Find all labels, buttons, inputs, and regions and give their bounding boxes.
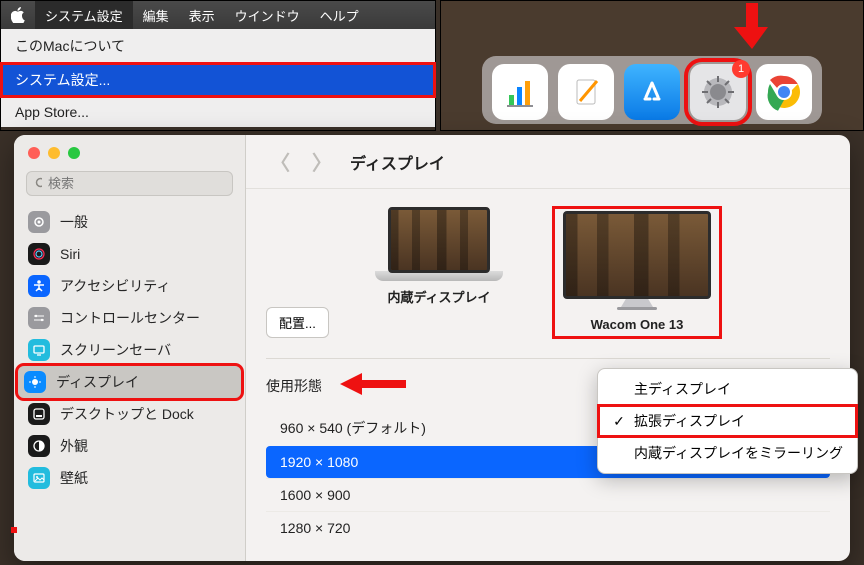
resolution-option[interactable]: 1280 × 720 [266,511,830,544]
sidebar-list: 一般 Siri アクセシビリティコントロールセンタースクリーンセーバディスプレイデス… [14,206,245,561]
sidebar-item-wallpaper[interactable]: 壁紙 [14,462,245,494]
dock-icon-numbers[interactable] [492,64,548,120]
sidebar-item-siri[interactable]: Siri [14,238,245,270]
sidebar-item-label: 外観 [60,436,88,456]
titlebar: 〈 〉 ディスプレイ [246,135,850,189]
sidebar-item-label: Siri [60,246,80,262]
dock-panel: 1 [440,0,864,131]
sidebar-item-ssaver[interactable]: スクリーンセーバ [14,334,245,366]
display-external[interactable]: Wacom One 13 [553,207,721,338]
apple-menu-dropdown: このMacについて システム設定... App Store... [1,29,435,127]
main-content: 〈 〉 ディスプレイ 配置... 内蔵ディスプレイ Wacom One 13 [246,135,850,561]
sidebar-item-label: ディスプレイ [56,372,139,392]
menu-item-app-store[interactable]: App Store... [1,97,435,127]
menubar-item-edit[interactable]: 編集 [133,1,179,29]
sidebar-item-label: デスクトップと Dock [60,404,194,424]
display-icon [24,371,46,393]
menubar-item-window[interactable]: ウインドウ [225,1,310,29]
display-internal-label: 内蔵ディスプレイ [387,287,490,306]
menubar: システム設定 編集 表示 ウインドウ ヘルプ [1,1,435,29]
popup-item-main-display[interactable]: 主ディスプレイ [598,373,857,405]
siri-icon [28,243,50,265]
dock-icon [28,403,50,425]
dock-icon-chrome[interactable] [756,64,812,120]
nav-back-icon[interactable]: 〈 [266,147,294,176]
display-internal-thumb [388,207,490,273]
wallpaper-icon [28,467,50,489]
resolution-option[interactable]: 1600 × 900 [266,478,830,511]
access-icon [28,275,50,297]
annotation-arrow-left-icon [340,373,406,398]
usage-label: 使用形態 [266,376,322,396]
dock-icon-pages[interactable] [558,64,614,120]
menu-item-system-settings[interactable]: システム設定... [1,63,435,97]
sidebar-item-gear[interactable]: 一般 [14,206,245,238]
dock: 1 [482,56,822,124]
search-input[interactable] [48,176,224,191]
dock-badge: 1 [732,60,750,78]
sidebar-item-appear[interactable]: 外観 [14,430,245,462]
apple-menu-icon[interactable] [1,1,35,29]
minimize-button[interactable] [48,147,60,159]
menubar-item-view[interactable]: 表示 [179,1,225,29]
page-title: ディスプレイ [350,150,445,174]
sidebar-item-label: 一般 [60,212,88,232]
menubar-panel: システム設定 編集 表示 ウインドウ ヘルプ このMacについて システム設定.… [0,0,436,131]
menubar-item-help[interactable]: ヘルプ [310,1,369,29]
popup-item-extended-display[interactable]: ✓拡張ディスプレイ [598,405,857,437]
popup-item-mirror[interactable]: 内蔵ディスプレイをミラーリング [598,437,857,469]
system-settings-window: 一般Siriアクセシビリティコントロールセンタースクリーンセーバディスプレイデス… [14,135,850,561]
menu-item-about-mac[interactable]: このMacについて [1,29,435,63]
dock-icon-system-settings[interactable]: 1 [690,64,746,120]
appear-icon [28,435,50,457]
dock-icon-app-store[interactable] [624,64,680,120]
window-controls [14,135,245,165]
sidebar-item-display[interactable]: ディスプレイ [18,366,241,398]
gear-icon [28,211,50,233]
annotation-arrow-down-icon [734,3,770,51]
usage-popup: 主ディスプレイ ✓拡張ディスプレイ 内蔵ディスプレイをミラーリング [597,368,858,474]
display-external-label: Wacom One 13 [591,317,684,332]
zoom-button[interactable] [68,147,80,159]
ssaver-icon [28,339,50,361]
close-button[interactable] [28,147,40,159]
display-arrangement-area: 配置... 内蔵ディスプレイ Wacom One 13 [246,189,850,344]
search-field[interactable] [26,171,233,196]
sidebar-item-label: スクリーンセーバ [60,340,171,360]
sidebar-item-access[interactable]: アクセシビリティ [14,270,245,302]
search-icon [35,177,42,190]
sidebar-item-label: アクセシビリティ [60,276,170,296]
control-icon [28,307,50,329]
arrange-button[interactable]: 配置... [266,307,329,338]
nav-forward-icon: 〉 [308,147,336,176]
display-external-thumb [563,211,711,299]
menubar-item-system-settings[interactable]: システム設定 [35,1,133,29]
sidebar-item-control[interactable]: コントロールセンター [14,302,245,334]
sidebar: 一般 Siri アクセシビリティコントロールセンタースクリーンセーバディスプレイデス… [14,135,246,561]
sidebar-item-label: 壁紙 [60,468,88,488]
sidebar-item-dock[interactable]: デスクトップと Dock [14,398,245,430]
display-internal[interactable]: 内蔵ディスプレイ [375,207,503,338]
sidebar-item-label: コントロールセンター [60,308,200,328]
